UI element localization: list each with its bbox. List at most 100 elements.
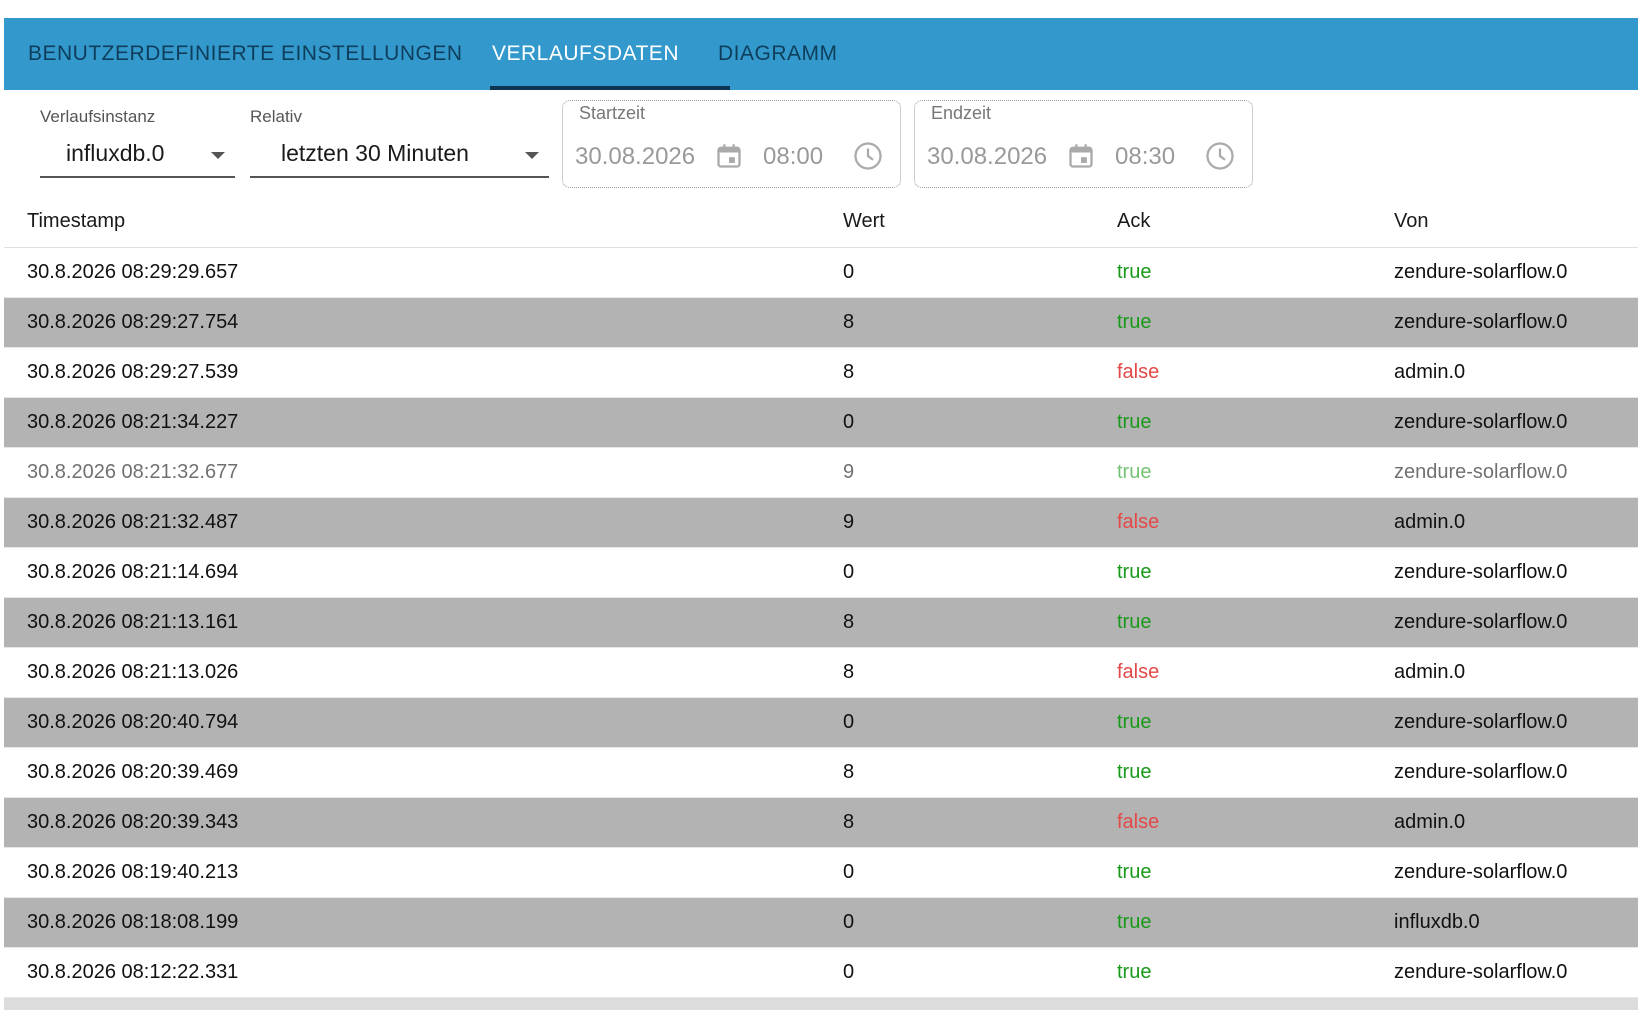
cell-from: zendure-solarflow.0	[1394, 761, 1568, 783]
end-time-value[interactable]: 08:30	[1115, 143, 1175, 171]
table-row[interactable]: 30.8.2026 08:21:13.026 8 false admin.0	[4, 648, 1638, 698]
cell-value: 9	[843, 461, 855, 483]
table-row[interactable]: 30.8.2026 08:29:29.657 0 true zendure-solar…	[4, 248, 1638, 298]
start-time-field[interactable]: Startzeit 30.08.2026 08:00	[562, 100, 901, 188]
cell-from: admin.0	[1394, 811, 1466, 833]
calendar-icon[interactable]	[1067, 141, 1095, 171]
cell-ack: true	[1117, 411, 1152, 433]
active-tab-indicator	[490, 86, 730, 90]
start-date-value[interactable]: 30.08.2026	[575, 143, 695, 171]
cell-ack: true	[1117, 461, 1152, 483]
cell-from: admin.0	[1394, 511, 1466, 533]
cell-timestamp: 30.8.2026 08:29:27.754	[27, 311, 239, 333]
table-row[interactable]: 30.8.2026 08:12:22.331 0 true zendure-solar…	[4, 948, 1638, 998]
table-row[interactable]: 30.8.2026 08:21:14.694 0 true zendure-solar…	[4, 548, 1638, 598]
cell-from: zendure-solarflow.0	[1394, 861, 1568, 883]
cell-value: 8	[843, 361, 855, 383]
cell-ack: true	[1117, 861, 1152, 883]
instance-label: Verlaufsinstanz	[40, 107, 156, 126]
cell-ack: true	[1117, 961, 1152, 983]
relative-select[interactable]: letzten 30 Minuten	[250, 132, 549, 178]
table-row[interactable]: 30.8.2026 08:29:27.539 8 false admin.0	[4, 348, 1638, 398]
end-time-label: Endzeit	[931, 103, 992, 123]
cell-from: zendure-solarflow.0	[1394, 611, 1568, 633]
table-row[interactable]: 30.8.2026 08:21:13.161 8 true zendure-solar…	[4, 598, 1638, 648]
chevron-down-icon	[525, 152, 539, 159]
relative-label: Relativ	[250, 107, 302, 126]
cell-from: zendure-solarflow.0	[1394, 311, 1568, 333]
cell-from: zendure-solarflow.0	[1394, 411, 1568, 433]
column-header-timestamp[interactable]: Timestamp	[27, 210, 125, 233]
cell-ack: true	[1117, 611, 1152, 633]
relative-value: letzten 30 Minuten	[281, 140, 469, 166]
cell-value: 0	[843, 411, 855, 433]
cell-value: 0	[843, 961, 855, 983]
cell-timestamp: 30.8.2026 08:21:13.026	[27, 661, 239, 683]
cell-timestamp: 30.8.2026 08:29:27.539	[27, 361, 239, 383]
cell-value: 0	[843, 261, 855, 283]
cell-ack: false	[1117, 661, 1160, 683]
cell-value: 8	[843, 611, 855, 633]
table-body: 30.8.2026 08:29:29.657 0 true zendure-solar…	[4, 248, 1638, 998]
table-bottom-edge	[4, 998, 1638, 1010]
cell-value: 8	[843, 311, 855, 333]
cell-value: 0	[843, 561, 855, 583]
cell-ack: true	[1117, 911, 1152, 933]
clock-icon[interactable]	[1205, 141, 1235, 171]
table-row[interactable]: 30.8.2026 08:29:27.754 8 true zendure-solar…	[4, 298, 1638, 348]
table-row[interactable]: 30.8.2026 08:21:34.227 0 true zendure-solar…	[4, 398, 1638, 448]
cell-value: 0	[843, 861, 855, 883]
table-row[interactable]: 30.8.2026 08:20:40.794 0 true zendure-solar…	[4, 698, 1638, 748]
cell-timestamp: 30.8.2026 08:21:13.161	[27, 611, 239, 633]
cell-ack: false	[1117, 361, 1160, 383]
cell-timestamp: 30.8.2026 08:29:29.657	[27, 261, 239, 283]
table-row[interactable]: 30.8.2026 08:18:08.199 0 true influxdb.0	[4, 898, 1638, 948]
cell-timestamp: 30.8.2026 08:20:40.794	[27, 711, 239, 733]
cell-timestamp: 30.8.2026 08:21:32.677	[27, 461, 239, 483]
table-row[interactable]: 30.8.2026 08:21:32.487 9 false admin.0	[4, 498, 1638, 548]
cell-ack: true	[1117, 311, 1152, 333]
table-row[interactable]: 30.8.2026 08:19:40.213 0 true zendure-solar…	[4, 848, 1638, 898]
cell-from: zendure-solarflow.0	[1394, 461, 1568, 483]
column-header-from[interactable]: Von	[1394, 210, 1428, 233]
cell-ack: true	[1117, 261, 1152, 283]
table-row[interactable]: 30.8.2026 08:20:39.343 8 false admin.0	[4, 798, 1638, 848]
start-time-value[interactable]: 08:00	[763, 143, 823, 171]
cell-ack: false	[1117, 811, 1160, 833]
tab-chart[interactable]: DIAGRAMM	[694, 18, 862, 90]
column-header-value[interactable]: Wert	[843, 210, 885, 233]
cell-value: 8	[843, 811, 855, 833]
column-header-ack[interactable]: Ack	[1117, 210, 1150, 233]
cell-ack: true	[1117, 711, 1152, 733]
cell-value: 8	[843, 661, 855, 683]
table-row[interactable]: 30.8.2026 08:20:39.469 8 true zendure-solar…	[4, 748, 1638, 798]
cell-from: admin.0	[1394, 661, 1466, 683]
instance-select[interactable]: influxdb.0	[40, 132, 235, 178]
cell-timestamp: 30.8.2026 08:20:39.343	[27, 811, 239, 833]
cell-ack: false	[1117, 511, 1160, 533]
cell-timestamp: 30.8.2026 08:19:40.213	[27, 861, 239, 883]
instance-value: influxdb.0	[66, 140, 165, 166]
table-row[interactable]: 30.8.2026 08:21:32.677 9 true zendure-solar…	[4, 448, 1638, 498]
chevron-down-icon	[211, 152, 225, 159]
calendar-icon[interactable]	[715, 141, 743, 171]
cell-timestamp: 30.8.2026 08:12:22.331	[27, 961, 239, 983]
tab-history-data[interactable]: VERLAUFSDATEN	[468, 18, 703, 90]
history-page: BENUTZERDEFINIERTE EINSTELLUNGEN VERLAUF…	[0, 0, 1638, 1010]
cell-from: zendure-solarflow.0	[1394, 961, 1568, 983]
end-date-value[interactable]: 30.08.2026	[927, 143, 1047, 171]
cell-from: zendure-solarflow.0	[1394, 561, 1568, 583]
cell-from: zendure-solarflow.0	[1394, 261, 1568, 283]
cell-from: zendure-solarflow.0	[1394, 711, 1568, 733]
cell-timestamp: 30.8.2026 08:21:34.227	[27, 411, 239, 433]
top-gap	[0, 0, 1638, 18]
cell-timestamp: 30.8.2026 08:18:08.199	[27, 911, 239, 933]
tab-custom-settings[interactable]: BENUTZERDEFINIERTE EINSTELLUNGEN	[4, 18, 487, 90]
cell-timestamp: 30.8.2026 08:20:39.469	[27, 761, 239, 783]
cell-timestamp: 30.8.2026 08:21:32.487	[27, 511, 239, 533]
cell-value: 0	[843, 911, 855, 933]
end-time-field[interactable]: Endzeit 30.08.2026 08:30	[914, 100, 1253, 188]
cell-value: 0	[843, 711, 855, 733]
table-header: Timestamp Wert Ack Von	[4, 198, 1638, 248]
clock-icon[interactable]	[853, 141, 883, 171]
